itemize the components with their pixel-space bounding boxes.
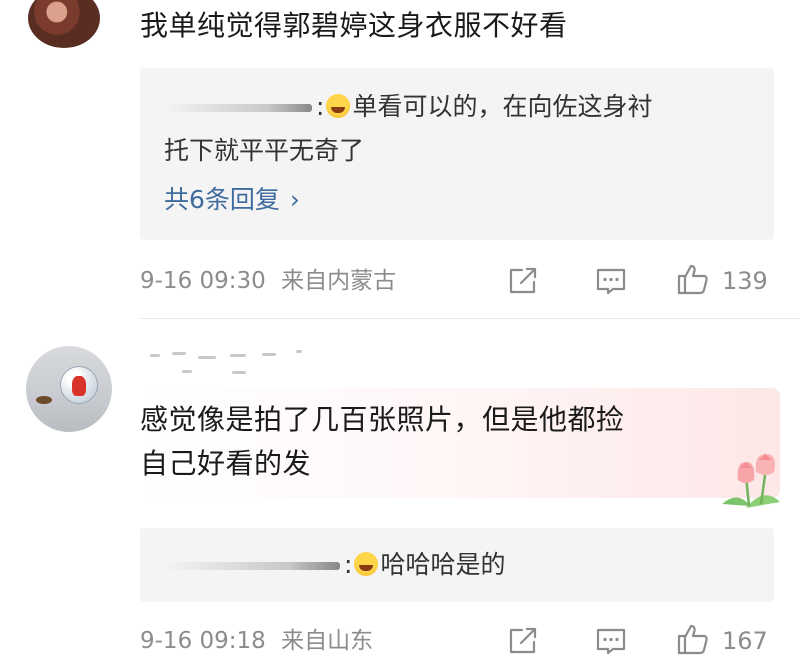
chevron-right-icon: › — [289, 185, 300, 214]
laugh-emoji-icon — [326, 94, 351, 118]
comment-icon[interactable] — [594, 624, 628, 658]
reply-preview-box[interactable]: : 哈哈哈是的 — [140, 528, 774, 602]
reply-author-name[interactable] — [164, 104, 312, 112]
commenter-avatar[interactable] — [26, 346, 112, 432]
reply-text-continued: 托下就平平无奇了 — [164, 136, 365, 165]
laugh-emoji-icon — [354, 552, 379, 576]
comment-location: 来自内蒙古 — [281, 268, 397, 294]
tulip-decoration-icon — [722, 454, 780, 508]
reply-author-name[interactable] — [164, 562, 340, 570]
like-count: 139 — [722, 267, 768, 295]
reply-line: : 单看可以的，在向佐这身衬 — [164, 86, 652, 128]
comment-location: 来自山东 — [281, 628, 374, 654]
comment-text-line: 自己好看的发 — [140, 447, 312, 480]
like-icon[interactable] — [676, 622, 710, 656]
commenter-avatar[interactable] — [28, 0, 100, 48]
comment-timestamp: 9-16 09:30 — [140, 268, 266, 294]
comment-text: 感觉像是拍了几百张照片，但是他都捡 自己好看的发 — [140, 398, 750, 486]
comment-icon[interactable] — [594, 264, 628, 298]
share-icon[interactable] — [506, 624, 540, 658]
more-replies-label: 共6条回复 — [164, 185, 280, 214]
comment-divider — [140, 318, 800, 319]
comment-text-line: 感觉像是拍了几百张照片，但是他都捡 — [140, 403, 625, 436]
comment-text: 我单纯觉得郭碧婷这身衣服不好看 — [140, 9, 568, 42]
commenter-name-blurred[interactable] — [146, 344, 326, 374]
reply-line: : 哈哈哈是的 — [164, 544, 505, 586]
avatar-shadow-shape — [36, 396, 52, 404]
like-icon[interactable] — [676, 262, 710, 296]
reply-colon: : — [316, 92, 325, 121]
share-icon[interactable] — [506, 264, 540, 298]
reply-colon: : — [344, 550, 353, 579]
avatar-figure-shape — [72, 376, 86, 396]
like-count: 167 — [722, 627, 768, 655]
comment-timestamp: 9-16 09:18 — [140, 628, 266, 654]
more-replies-link[interactable]: 共6条回复 › — [164, 180, 300, 220]
reply-preview-box[interactable]: : 单看可以的，在向佐这身衬 托下就平平无奇了 共6条回复 › — [140, 68, 774, 240]
comment-meta: 9-16 09:18 来自山东 — [140, 626, 373, 656]
reply-text: 单看可以的，在向佐这身衬 — [352, 92, 653, 121]
reply-text: 哈哈哈是的 — [380, 550, 506, 579]
comment-meta: 9-16 09:30 来自内蒙古 — [140, 266, 396, 296]
